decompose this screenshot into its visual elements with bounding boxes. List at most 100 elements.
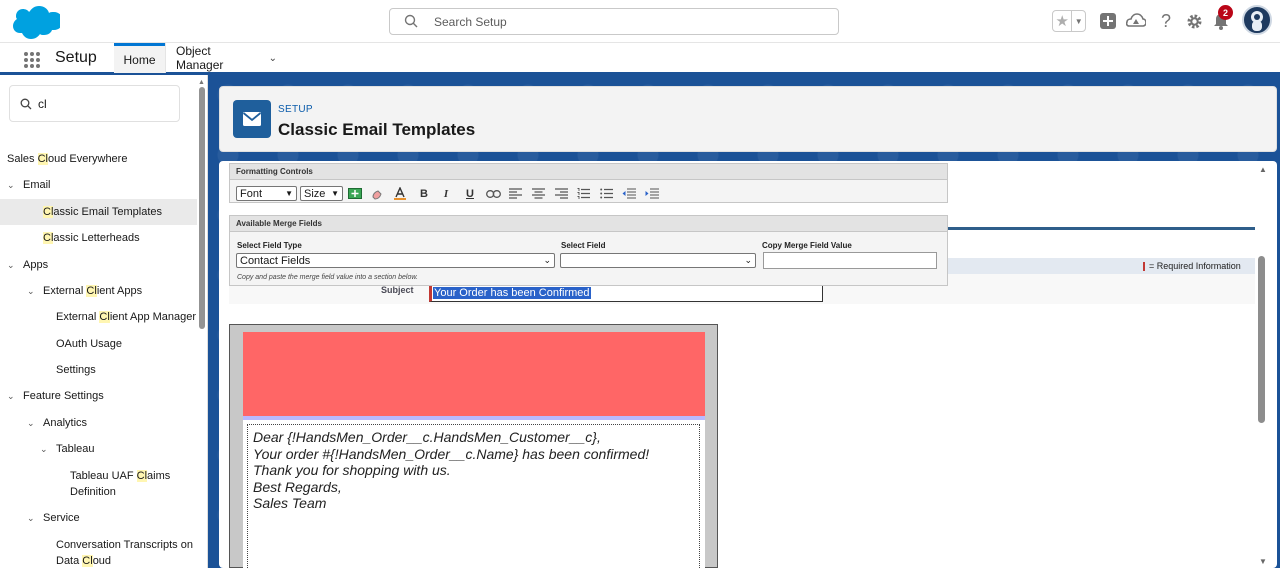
sidebar-item-external-client-apps[interactable]: ⌄ External Client Apps — [27, 283, 142, 299]
chevron-down-icon[interactable]: ⌄ — [27, 415, 37, 431]
underline-button[interactable]: U — [462, 186, 478, 201]
email-body-editor: Dear {!HandsMen_Order__c.HandsMen_Custom… — [229, 324, 718, 568]
tab-object-manager-label: Object Manager — [176, 44, 224, 72]
setup-sidebar: cl Sales Cloud Everywhere ⌄ Email Classic… — [0, 75, 208, 568]
outdent-icon[interactable] — [621, 186, 637, 201]
gear-icon[interactable] — [1184, 11, 1204, 31]
sidebar-item-conversation-transcripts[interactable]: Conversation Transcripts on — [56, 537, 193, 553]
letterhead-header — [243, 332, 705, 416]
content-scrollbar[interactable]: ▲ ▼ — [1257, 161, 1269, 568]
sidebar-item-conversation-transcripts-line2[interactable]: Data Cloud — [56, 553, 111, 568]
favorites-button[interactable]: ★ ▼ — [1052, 10, 1086, 32]
chevron-down-icon: ▼ — [331, 189, 339, 198]
align-left-icon[interactable] — [507, 186, 523, 201]
app-navigation: Setup Home Object Manager ⌄ — [0, 43, 1280, 75]
sidebar-item-settings[interactable]: Settings — [56, 362, 96, 378]
align-center-icon[interactable] — [530, 186, 546, 201]
page-header: SETUP Classic Email Templates — [219, 86, 1277, 152]
search-highlight: Cl — [82, 555, 93, 567]
sidebar-item-classic-email-templates[interactable]: Classic Email Templates — [0, 199, 197, 225]
indent-icon[interactable] — [644, 186, 660, 201]
merge-fields-title: Available Merge Fields — [230, 216, 947, 232]
app-launcher-icon[interactable] — [23, 51, 41, 69]
search-highlight: Cl — [37, 153, 48, 165]
quick-find-input[interactable]: cl — [9, 85, 180, 122]
required-marker — [1143, 262, 1145, 271]
email-body-line: Your order #{!HandsMen_Order__c.Name} ha… — [253, 445, 650, 462]
chevron-down-icon[interactable]: ▼ — [1072, 11, 1085, 31]
sidebar-item-oauth-usage[interactable]: OAuth Usage — [56, 336, 122, 352]
chevron-down-icon: ▼ — [285, 189, 293, 198]
sidebar-item-external-client-app-manager[interactable]: External Client App Manager — [56, 309, 196, 325]
chevron-down-icon[interactable]: ⌄ — [40, 441, 50, 457]
formatting-controls-title: Formatting Controls — [230, 164, 947, 180]
bold-label: B — [420, 187, 428, 200]
chevron-down-icon[interactable]: ⌄ — [7, 388, 17, 404]
bulleted-list-icon[interactable] — [598, 186, 614, 201]
avatar[interactable] — [1242, 5, 1272, 35]
sidebar-item-apps[interactable]: ⌄ Apps — [7, 257, 48, 273]
sidebar-item-classic-letterheads[interactable]: Classic Letterheads — [43, 230, 140, 246]
page-title: Classic Email Templates — [278, 120, 476, 139]
sidebar-item-label: Sales — [7, 153, 38, 165]
sidebar-scrollbar[interactable] — [199, 87, 205, 329]
align-right-icon[interactable] — [553, 186, 569, 201]
sidebar-item-sales-cloud-everywhere[interactable]: Sales Cloud Everywhere — [7, 151, 127, 167]
merge-field-hint: Copy and paste the merge field value int… — [237, 274, 418, 281]
scroll-up-arrow-icon[interactable]: ▲ — [198, 79, 205, 86]
text-color-icon[interactable] — [392, 186, 408, 201]
select-field-select[interactable]: ⌄ — [560, 253, 756, 268]
star-icon[interactable]: ★ — [1053, 11, 1073, 31]
field-type-select[interactable]: Contact Fields ⌄ — [236, 253, 555, 268]
sidebar-item-label: Definition — [70, 486, 116, 498]
help-icon[interactable]: ? — [1156, 11, 1176, 31]
email-body-area: Dear {!HandsMen_Order__c.HandsMen_Custom… — [243, 420, 705, 568]
search-highlight: Cl — [86, 285, 97, 297]
sidebar-item-email[interactable]: ⌄ Email — [7, 177, 51, 193]
bold-button[interactable]: B — [416, 186, 432, 201]
sidebar-item-tableau-uaf-claims[interactable]: Tableau UAF Claims — [70, 468, 170, 484]
search-icon — [404, 14, 418, 28]
email-icon — [233, 100, 271, 138]
scroll-up-arrow-icon[interactable]: ▲ — [1259, 165, 1267, 174]
size-select[interactable]: Size ▼ — [300, 186, 343, 201]
sidebar-item-label: Feature Settings — [23, 390, 104, 402]
email-body-line: Dear {!HandsMen_Order__c.HandsMen_Custom… — [253, 429, 601, 445]
required-info-text: = Required Information — [1149, 261, 1241, 271]
salesforce-logo[interactable] — [10, 5, 60, 39]
app-name: Setup — [55, 49, 97, 66]
font-select[interactable]: Font ▼ — [236, 186, 297, 201]
format-painter-icon[interactable] — [369, 186, 385, 201]
sidebar-item-service[interactable]: ⌄ Service — [27, 510, 80, 526]
chevron-down-icon: ⌄ — [744, 255, 752, 265]
sidebar-item-label: External — [43, 285, 87, 297]
tab-home[interactable]: Home — [114, 43, 165, 73]
chevron-down-icon[interactable]: ⌄ — [269, 53, 277, 64]
trailhead-icon[interactable] — [1126, 11, 1146, 31]
sidebar-item-tableau-uaf-claims-line2[interactable]: Definition — [70, 484, 116, 500]
chevron-down-icon[interactable]: ⌄ — [7, 257, 17, 273]
link-icon[interactable] — [485, 186, 501, 201]
insert-image-icon[interactable] — [347, 186, 363, 201]
email-body-line: Sales Team — [253, 495, 327, 512]
italic-button[interactable]: I — [438, 186, 454, 201]
setup-search-input[interactable]: Search Setup — [389, 8, 839, 35]
scrollbar-thumb[interactable] — [1258, 256, 1265, 423]
chevron-down-icon[interactable]: ⌄ — [27, 283, 37, 299]
email-body-text[interactable]: Dear {!HandsMen_Order__c.HandsMen_Custom… — [247, 424, 700, 568]
scroll-down-arrow-icon[interactable]: ▼ — [1259, 557, 1267, 566]
sidebar-item-tableau[interactable]: ⌄ Tableau — [40, 441, 95, 457]
sidebar-item-label: Email — [23, 179, 51, 191]
tab-home-label: Home — [123, 52, 156, 67]
copy-merge-field-input[interactable] — [763, 252, 937, 269]
sidebar-item-feature-settings[interactable]: ⌄ Feature Settings — [7, 388, 104, 404]
chevron-down-icon[interactable]: ⌄ — [7, 177, 17, 193]
sidebar-item-label: assic Email Templates — [53, 206, 163, 218]
tab-object-manager[interactable]: Object Manager ⌄ — [165, 43, 287, 73]
numbered-list-icon[interactable] — [575, 186, 591, 201]
sidebar-item-analytics[interactable]: ⌄ Analytics — [27, 415, 87, 431]
sidebar-item-label: External — [56, 311, 100, 323]
chevron-down-icon[interactable]: ⌄ — [27, 510, 37, 526]
subject-input[interactable]: Your Order has been Confirmed — [429, 284, 823, 302]
global-actions-icon[interactable] — [1098, 11, 1118, 31]
